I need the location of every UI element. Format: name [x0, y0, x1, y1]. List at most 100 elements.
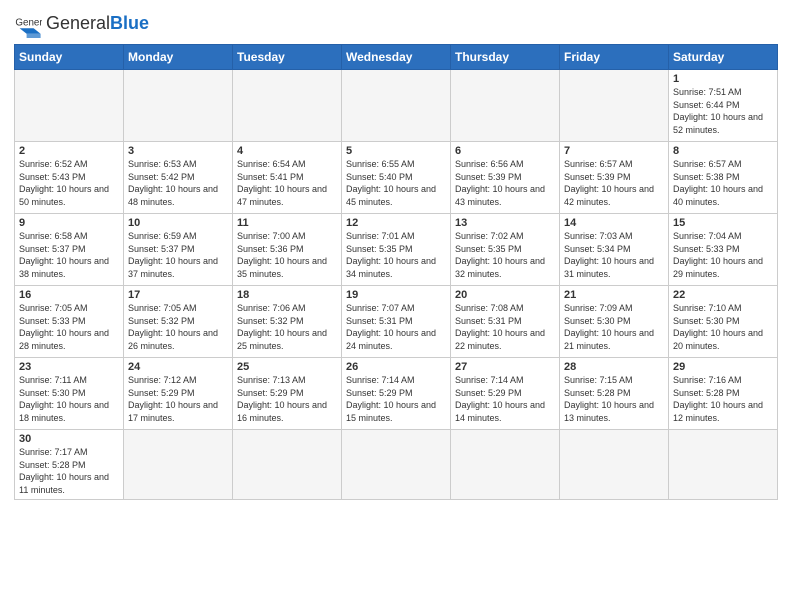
day-info: Sunrise: 7:11 AM Sunset: 5:30 PM Dayligh…	[19, 374, 119, 424]
day-number: 15	[673, 217, 773, 229]
day-info: Sunrise: 7:01 AM Sunset: 5:35 PM Dayligh…	[346, 230, 446, 280]
week-row-0: 1Sunrise: 7:51 AM Sunset: 6:44 PM Daylig…	[15, 70, 778, 142]
day-cell	[560, 430, 669, 500]
day-cell: 24Sunrise: 7:12 AM Sunset: 5:29 PM Dayli…	[124, 358, 233, 430]
day-cell	[669, 430, 778, 500]
day-info: Sunrise: 7:13 AM Sunset: 5:29 PM Dayligh…	[237, 374, 337, 424]
day-number: 5	[346, 145, 446, 157]
day-info: Sunrise: 7:08 AM Sunset: 5:31 PM Dayligh…	[455, 302, 555, 352]
weekday-wednesday: Wednesday	[342, 45, 451, 70]
day-cell: 7Sunrise: 6:57 AM Sunset: 5:39 PM Daylig…	[560, 142, 669, 214]
day-cell: 26Sunrise: 7:14 AM Sunset: 5:29 PM Dayli…	[342, 358, 451, 430]
week-row-1: 2Sunrise: 6:52 AM Sunset: 5:43 PM Daylig…	[15, 142, 778, 214]
day-cell	[15, 70, 124, 142]
day-info: Sunrise: 6:56 AM Sunset: 5:39 PM Dayligh…	[455, 158, 555, 208]
day-cell: 30Sunrise: 7:17 AM Sunset: 5:28 PM Dayli…	[15, 430, 124, 500]
day-number: 12	[346, 217, 446, 229]
day-number: 1	[673, 73, 773, 85]
day-number: 4	[237, 145, 337, 157]
day-cell	[342, 430, 451, 500]
day-cell: 27Sunrise: 7:14 AM Sunset: 5:29 PM Dayli…	[451, 358, 560, 430]
day-cell: 17Sunrise: 7:05 AM Sunset: 5:32 PM Dayli…	[124, 286, 233, 358]
day-cell: 19Sunrise: 7:07 AM Sunset: 5:31 PM Dayli…	[342, 286, 451, 358]
day-info: Sunrise: 7:09 AM Sunset: 5:30 PM Dayligh…	[564, 302, 664, 352]
day-number: 18	[237, 289, 337, 301]
day-info: Sunrise: 7:15 AM Sunset: 5:28 PM Dayligh…	[564, 374, 664, 424]
day-cell: 15Sunrise: 7:04 AM Sunset: 5:33 PM Dayli…	[669, 214, 778, 286]
day-cell	[451, 430, 560, 500]
day-cell: 3Sunrise: 6:53 AM Sunset: 5:42 PM Daylig…	[124, 142, 233, 214]
day-info: Sunrise: 7:04 AM Sunset: 5:33 PM Dayligh…	[673, 230, 773, 280]
day-number: 30	[19, 433, 119, 445]
day-info: Sunrise: 7:17 AM Sunset: 5:28 PM Dayligh…	[19, 446, 119, 496]
day-info: Sunrise: 7:14 AM Sunset: 5:29 PM Dayligh…	[346, 374, 446, 424]
day-info: Sunrise: 7:10 AM Sunset: 5:30 PM Dayligh…	[673, 302, 773, 352]
day-number: 9	[19, 217, 119, 229]
day-cell: 11Sunrise: 7:00 AM Sunset: 5:36 PM Dayli…	[233, 214, 342, 286]
day-number: 10	[128, 217, 228, 229]
weekday-friday: Friday	[560, 45, 669, 70]
day-cell	[233, 430, 342, 500]
day-number: 21	[564, 289, 664, 301]
day-number: 26	[346, 361, 446, 373]
day-number: 6	[455, 145, 555, 157]
day-number: 11	[237, 217, 337, 229]
day-info: Sunrise: 7:07 AM Sunset: 5:31 PM Dayligh…	[346, 302, 446, 352]
logo-text: GeneralBlue	[46, 14, 149, 34]
header: General GeneralBlue	[14, 10, 778, 38]
day-cell: 18Sunrise: 7:06 AM Sunset: 5:32 PM Dayli…	[233, 286, 342, 358]
day-number: 16	[19, 289, 119, 301]
day-cell: 2Sunrise: 6:52 AM Sunset: 5:43 PM Daylig…	[15, 142, 124, 214]
day-info: Sunrise: 7:05 AM Sunset: 5:33 PM Dayligh…	[19, 302, 119, 352]
svg-text:General: General	[15, 17, 42, 28]
day-cell: 10Sunrise: 6:59 AM Sunset: 5:37 PM Dayli…	[124, 214, 233, 286]
day-cell: 22Sunrise: 7:10 AM Sunset: 5:30 PM Dayli…	[669, 286, 778, 358]
generalblue-logo-icon: General	[14, 10, 42, 38]
day-info: Sunrise: 6:55 AM Sunset: 5:40 PM Dayligh…	[346, 158, 446, 208]
day-info: Sunrise: 7:05 AM Sunset: 5:32 PM Dayligh…	[128, 302, 228, 352]
day-cell	[451, 70, 560, 142]
day-cell: 4Sunrise: 6:54 AM Sunset: 5:41 PM Daylig…	[233, 142, 342, 214]
day-number: 29	[673, 361, 773, 373]
day-info: Sunrise: 7:14 AM Sunset: 5:29 PM Dayligh…	[455, 374, 555, 424]
day-cell: 23Sunrise: 7:11 AM Sunset: 5:30 PM Dayli…	[15, 358, 124, 430]
day-number: 27	[455, 361, 555, 373]
day-cell	[342, 70, 451, 142]
day-number: 2	[19, 145, 119, 157]
day-number: 23	[19, 361, 119, 373]
day-cell: 25Sunrise: 7:13 AM Sunset: 5:29 PM Dayli…	[233, 358, 342, 430]
logo: General GeneralBlue	[14, 10, 149, 38]
week-row-3: 16Sunrise: 7:05 AM Sunset: 5:33 PM Dayli…	[15, 286, 778, 358]
day-info: Sunrise: 7:06 AM Sunset: 5:32 PM Dayligh…	[237, 302, 337, 352]
day-cell: 13Sunrise: 7:02 AM Sunset: 5:35 PM Dayli…	[451, 214, 560, 286]
day-number: 13	[455, 217, 555, 229]
weekday-monday: Monday	[124, 45, 233, 70]
day-info: Sunrise: 7:03 AM Sunset: 5:34 PM Dayligh…	[564, 230, 664, 280]
day-info: Sunrise: 6:53 AM Sunset: 5:42 PM Dayligh…	[128, 158, 228, 208]
day-info: Sunrise: 7:02 AM Sunset: 5:35 PM Dayligh…	[455, 230, 555, 280]
weekday-header-row: SundayMondayTuesdayWednesdayThursdayFrid…	[15, 45, 778, 70]
day-number: 3	[128, 145, 228, 157]
day-cell	[560, 70, 669, 142]
day-cell: 28Sunrise: 7:15 AM Sunset: 5:28 PM Dayli…	[560, 358, 669, 430]
day-number: 22	[673, 289, 773, 301]
day-number: 28	[564, 361, 664, 373]
day-info: Sunrise: 7:16 AM Sunset: 5:28 PM Dayligh…	[673, 374, 773, 424]
day-cell: 5Sunrise: 6:55 AM Sunset: 5:40 PM Daylig…	[342, 142, 451, 214]
day-cell: 20Sunrise: 7:08 AM Sunset: 5:31 PM Dayli…	[451, 286, 560, 358]
day-cell	[124, 70, 233, 142]
day-info: Sunrise: 6:57 AM Sunset: 5:39 PM Dayligh…	[564, 158, 664, 208]
day-cell	[233, 70, 342, 142]
day-cell: 8Sunrise: 6:57 AM Sunset: 5:38 PM Daylig…	[669, 142, 778, 214]
day-number: 19	[346, 289, 446, 301]
day-cell	[124, 430, 233, 500]
day-number: 14	[564, 217, 664, 229]
day-number: 20	[455, 289, 555, 301]
day-info: Sunrise: 6:52 AM Sunset: 5:43 PM Dayligh…	[19, 158, 119, 208]
day-cell: 21Sunrise: 7:09 AM Sunset: 5:30 PM Dayli…	[560, 286, 669, 358]
week-row-4: 23Sunrise: 7:11 AM Sunset: 5:30 PM Dayli…	[15, 358, 778, 430]
day-number: 7	[564, 145, 664, 157]
day-number: 8	[673, 145, 773, 157]
page: General GeneralBlue SundayMondayTuesdayW…	[0, 0, 792, 612]
weekday-sunday: Sunday	[15, 45, 124, 70]
